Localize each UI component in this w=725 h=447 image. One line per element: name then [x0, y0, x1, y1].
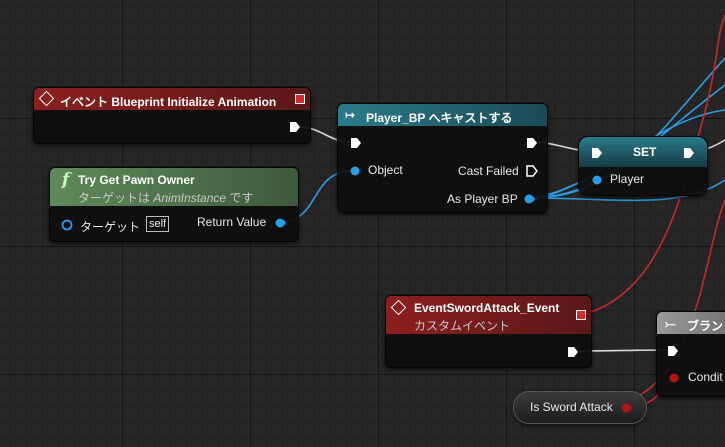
cast-failed-exec-pin[interactable] [526, 165, 538, 177]
as-player-bp-pin[interactable] [523, 193, 535, 205]
function-f-icon: f [62, 170, 70, 190]
node-header: EventSwordAttack_Event カスタムイベント [386, 296, 591, 334]
node-title: イベント Blueprint Initialize Animation [60, 95, 277, 109]
node-header: イベント Blueprint Initialize Animation [34, 88, 310, 110]
variable-label: Is Sword Attack [530, 400, 613, 414]
node-subtitle: カスタムイベント [414, 319, 511, 333]
node-title: Player_BP へキャストする [366, 111, 513, 125]
object-in-pin[interactable] [349, 165, 361, 177]
node-subtitle: ターゲットは AnimInstance です [78, 191, 254, 205]
node-header: ⤚ ブラン [657, 312, 725, 334]
cast-failed-label: Cast Failed [458, 164, 519, 178]
try-get-pawn-owner-node[interactable]: f Try Get Pawn Owner ターゲットは AnimInstance… [49, 167, 299, 242]
exec-out-pin[interactable] [526, 137, 538, 149]
exec-in-pin[interactable] [350, 137, 362, 149]
exec-in-pin[interactable] [667, 345, 679, 357]
object-label: Object [368, 163, 403, 177]
diamond-event-icon [38, 90, 55, 107]
exec-out-pin[interactable] [289, 121, 301, 133]
target-object-pin[interactable] [61, 219, 73, 231]
node-title: EventSwordAttack_Event [414, 301, 560, 315]
exec-in-pin[interactable] [591, 147, 603, 159]
node-header: f Try Get Pawn Owner ターゲットは AnimInstance… [50, 168, 298, 206]
player-in-pin[interactable] [591, 174, 603, 186]
delegate-pin-icon[interactable] [576, 310, 586, 320]
return-value-pin[interactable] [274, 217, 286, 229]
node-header: ↦ Player_BP へキャストする [338, 104, 547, 126]
set-player-node[interactable]: SET Player [578, 136, 708, 196]
return-value-label: Return Value [197, 215, 267, 229]
diamond-event-icon [390, 299, 407, 316]
condition-label: Condit [688, 370, 723, 384]
event-initialize-animation-node[interactable]: イベント Blueprint Initialize Animation [33, 87, 311, 144]
self-default-value: self [146, 216, 170, 232]
event-sword-attack-node[interactable]: EventSwordAttack_Event カスタムイベント [385, 295, 592, 368]
as-player-bp-label: As Player BP [447, 192, 518, 206]
node-title: SET [633, 145, 657, 159]
is-sword-attack-getter[interactable]: Is Sword Attack [513, 391, 647, 424]
exec-out-pin[interactable] [683, 147, 695, 159]
node-title: Try Get Pawn Owner [78, 173, 195, 187]
cast-to-player-bp-node[interactable]: ↦ Player_BP へキャストする Object Cast Failed A… [337, 103, 548, 213]
condition-bool-pin[interactable] [668, 372, 680, 384]
cast-arrow-icon: ↦ [345, 108, 356, 122]
branch-node[interactable]: ⤚ ブラン Condit [656, 311, 725, 397]
delegate-pin-icon[interactable] [295, 94, 305, 104]
bool-out-pin[interactable] [620, 402, 632, 414]
target-label: ターゲット [80, 220, 141, 234]
player-label: Player [610, 172, 645, 186]
node-title: ブラン [687, 319, 724, 333]
exec-out-pin[interactable] [567, 346, 579, 358]
branch-icon: ⤚ [665, 316, 676, 331]
